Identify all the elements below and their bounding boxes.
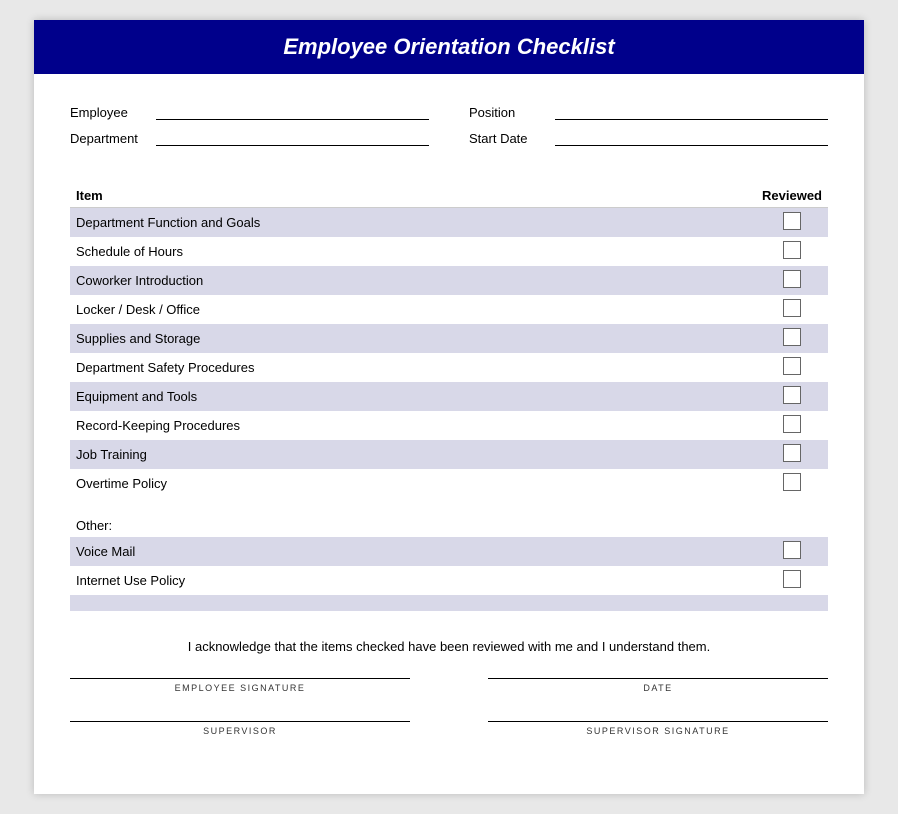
item-label: Overtime Policy: [70, 469, 756, 498]
employee-label: Employee: [70, 105, 150, 120]
startdate-input[interactable]: [555, 128, 828, 146]
sig-row-1: EMPLOYEE SIGNATURE DATE: [70, 678, 828, 693]
checkbox[interactable]: [783, 270, 801, 288]
position-field-row: Position: [469, 102, 828, 120]
checkbox-cell[interactable]: [756, 324, 828, 353]
checkbox[interactable]: [783, 328, 801, 346]
checkbox[interactable]: [783, 444, 801, 462]
supervisor-signature-block: SUPERVISOR SIGNATURE: [488, 721, 828, 736]
item-label: Supplies and Storage: [70, 324, 756, 353]
supervisor-sig-line: [70, 721, 410, 722]
employee-sig-line: [70, 678, 410, 679]
table-row: Schedule of Hours: [70, 237, 828, 266]
form-fields: Employee Department Position Start Date: [34, 102, 864, 154]
item-label: Record-Keeping Procedures: [70, 411, 756, 440]
page-title: Employee Orientation Checklist: [34, 20, 864, 74]
sig-row-2: SUPERVISOR SUPERVISOR SIGNATURE: [70, 721, 828, 736]
table-row: Coworker Introduction: [70, 266, 828, 295]
item-label: Schedule of Hours: [70, 237, 756, 266]
item-label: Department Safety Procedures: [70, 353, 756, 382]
checkbox-cell[interactable]: [756, 566, 828, 595]
checkbox-cell[interactable]: [756, 208, 828, 238]
checkbox[interactable]: [783, 241, 801, 259]
item-label: Voice Mail: [70, 537, 756, 566]
date-sig-label: DATE: [488, 683, 828, 693]
col-item-header: Item: [70, 184, 756, 208]
other-label-row: Other:: [70, 514, 828, 537]
table-row: Voice Mail: [70, 537, 828, 566]
checkbox-cell[interactable]: [756, 382, 828, 411]
acknowledgement: I acknowledge that the items checked hav…: [70, 639, 828, 654]
other-label: Other:: [70, 514, 756, 537]
item-label: Department Function and Goals: [70, 208, 756, 238]
employee-sig-block: EMPLOYEE SIGNATURE: [70, 678, 410, 693]
checkbox-cell[interactable]: [756, 440, 828, 469]
department-label: Department: [70, 131, 150, 146]
fields-left: Employee Department: [70, 102, 429, 154]
position-input[interactable]: [555, 102, 828, 120]
checkbox-cell[interactable]: [756, 266, 828, 295]
checkbox[interactable]: [783, 212, 801, 230]
table-row: Locker / Desk / Office: [70, 295, 828, 324]
checklist-table: Item Reviewed Department Function and Go…: [70, 184, 828, 611]
checkbox[interactable]: [783, 473, 801, 491]
table-row: Supplies and Storage: [70, 324, 828, 353]
page: Employee Orientation Checklist Employee …: [34, 20, 864, 794]
department-field-row: Department: [70, 128, 429, 146]
item-label: Coworker Introduction: [70, 266, 756, 295]
supervisor-label: SUPERVISOR: [70, 726, 410, 736]
date-sig-line: [488, 678, 828, 679]
checkbox-cell[interactable]: [756, 411, 828, 440]
checkbox[interactable]: [783, 415, 801, 433]
checkbox[interactable]: [783, 299, 801, 317]
table-row: Equipment and Tools: [70, 382, 828, 411]
col-reviewed-header: Reviewed: [756, 184, 828, 208]
position-label: Position: [469, 105, 549, 120]
supervisor-sig-block: SUPERVISOR: [70, 721, 410, 736]
employee-input[interactable]: [156, 102, 429, 120]
table-row: Internet Use Policy: [70, 566, 828, 595]
table-row: Department Function and Goals: [70, 208, 828, 238]
checkbox[interactable]: [783, 386, 801, 404]
item-label: Job Training: [70, 440, 756, 469]
spacer-row: [70, 498, 828, 514]
startdate-field-row: Start Date: [469, 128, 828, 146]
checkbox-cell[interactable]: [756, 353, 828, 382]
table-row: Job Training: [70, 440, 828, 469]
supervisor-signature-line: [488, 721, 828, 722]
checkbox-cell[interactable]: [756, 295, 828, 324]
table-row: Overtime Policy: [70, 469, 828, 498]
final-spacer-row: [70, 595, 828, 611]
signature-section: EMPLOYEE SIGNATURE DATE SUPERVISOR SUPER…: [34, 678, 864, 736]
date-sig-block: DATE: [488, 678, 828, 693]
table-row: Department Safety Procedures: [70, 353, 828, 382]
checkbox[interactable]: [783, 541, 801, 559]
checkbox-cell[interactable]: [756, 469, 828, 498]
checkbox-cell[interactable]: [756, 537, 828, 566]
item-label: Equipment and Tools: [70, 382, 756, 411]
startdate-label: Start Date: [469, 131, 549, 146]
supervisor-sig-label: SUPERVISOR SIGNATURE: [488, 726, 828, 736]
checkbox[interactable]: [783, 357, 801, 375]
table-row: Record-Keeping Procedures: [70, 411, 828, 440]
employee-field-row: Employee: [70, 102, 429, 120]
checklist-section: Item Reviewed Department Function and Go…: [34, 184, 864, 611]
item-label: Locker / Desk / Office: [70, 295, 756, 324]
department-input[interactable]: [156, 128, 429, 146]
employee-sig-label: EMPLOYEE SIGNATURE: [70, 683, 410, 693]
checkbox-cell[interactable]: [756, 237, 828, 266]
table-header-row: Item Reviewed: [70, 184, 828, 208]
checkbox[interactable]: [783, 570, 801, 588]
fields-right: Position Start Date: [429, 102, 828, 154]
item-label: Internet Use Policy: [70, 566, 756, 595]
